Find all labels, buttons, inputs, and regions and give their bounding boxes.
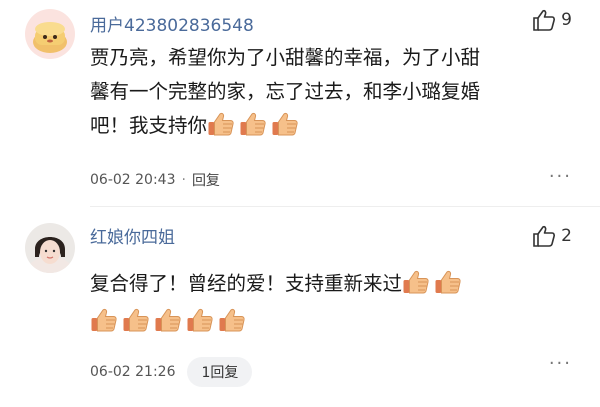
timestamp: 06-02 21:26 — [90, 364, 176, 380]
like-count: 9 — [561, 10, 572, 30]
comment-line: 复合得了！曾经的爱！支持重新来过 — [90, 272, 403, 295]
avatar[interactable] — [25, 223, 75, 273]
timestamp: 06-02 20:43 — [90, 172, 176, 188]
like-button[interactable]: 9 — [531, 8, 572, 32]
thumbs-up-emoji-icon — [271, 111, 299, 137]
comment-meta: 06-02 20:43 · 回复 — [90, 170, 220, 190]
comment-line-with-emoji: 吧！我支持你 — [90, 109, 590, 143]
username[interactable]: 用户423802836548 — [90, 11, 254, 36]
like-button[interactable]: 2 — [531, 224, 572, 248]
thumbs-up-emoji-icon — [218, 307, 246, 333]
thumbs-up-outline-icon — [533, 9, 556, 31]
thumbs-up-emoji-icon — [154, 307, 182, 333]
thumbs-up-emoji-icon — [239, 111, 267, 137]
comment-line-with-emoji: 复合得了！曾经的爱！支持重新来过 — [90, 267, 590, 301]
comment-item: 用户423802836548 9 贾乃亮，希望你为了小甜馨的幸福，为了小甜 馨有… — [0, 0, 600, 207]
comment-line: 吧！我支持你 — [90, 114, 208, 137]
like-count: 2 — [561, 226, 572, 246]
comment-line: 贾乃亮，希望你为了小甜馨的幸福，为了小甜 — [90, 46, 481, 69]
comment-text: 贾乃亮，希望你为了小甜馨的幸福，为了小甜 馨有一个完整的家，忘了过去，和李小璐复… — [90, 41, 590, 143]
more-icon[interactable]: ··· — [549, 353, 572, 374]
more-icon[interactable]: ··· — [549, 166, 572, 187]
thumbs-up-emoji-icon — [207, 111, 235, 137]
separator-dot: · — [181, 172, 186, 188]
thumbs-up-emoji-icon — [122, 307, 150, 333]
thumbs-up-emoji-icon — [402, 269, 430, 295]
username[interactable]: 红娘你四姐 — [90, 223, 175, 248]
emoji-line — [90, 305, 590, 339]
avatar[interactable] — [25, 9, 75, 59]
comment-line: 馨有一个完整的家，忘了过去，和李小璐复婚 — [90, 80, 481, 103]
reply-button[interactable]: 回复 — [192, 170, 220, 190]
thumbs-up-emoji-icon — [434, 269, 462, 295]
thumbs-up-emoji-icon — [90, 307, 118, 333]
comment-item: 红娘你四姐 2 复合得了！曾经的爱！支持重新来过 06-02 21:26 1回复… — [0, 207, 600, 407]
reply-count-button[interactable]: 1回复 — [187, 357, 253, 387]
comment-text: 复合得了！曾经的爱！支持重新来过 — [90, 267, 590, 339]
thumbs-up-outline-icon — [533, 225, 556, 247]
comment-meta: 06-02 21:26 1回复 — [90, 357, 253, 387]
thumbs-up-emoji-icon — [186, 307, 214, 333]
